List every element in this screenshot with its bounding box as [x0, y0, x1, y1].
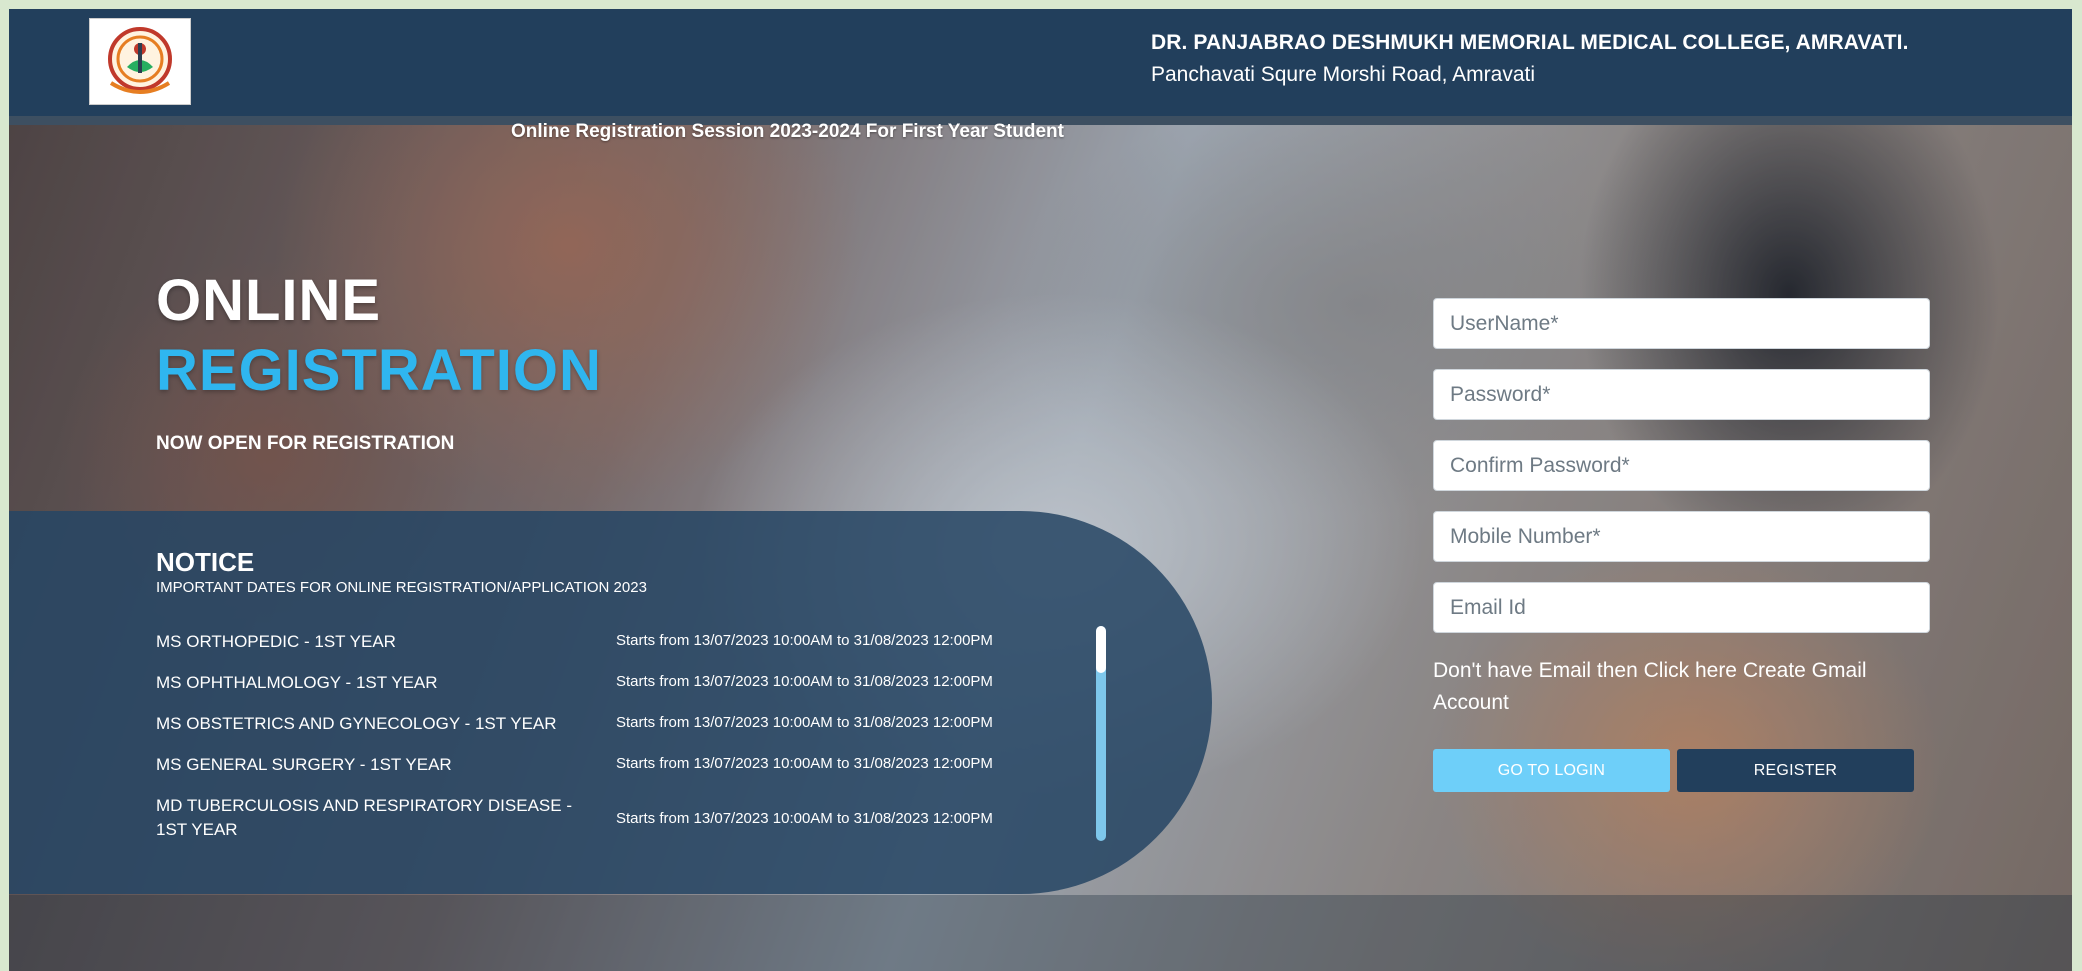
notice-dates: Starts from 13/07/2023 10:00AM to 31/08/…	[616, 755, 993, 772]
college-address: Panchavati Squre Morshi Road, Amravati	[1151, 63, 1536, 86]
notice-item: MS GENERAL SURGERY - 1ST YEAR Starts fro…	[156, 747, 1041, 788]
hero-subtitle: NOW OPEN FOR REGISTRATION	[156, 433, 455, 454]
confirm-password-input[interactable]	[1433, 440, 1930, 491]
notice-item: MS ORTHOPEDIC - 1ST YEAR Starts from 13/…	[156, 624, 1041, 665]
register-button[interactable]: REGISTER	[1677, 749, 1914, 792]
notice-title: NOTICE	[156, 547, 255, 577]
notice-course: MS OPHTHALMOLOGY - 1ST YEAR	[156, 673, 438, 692]
email-input[interactable]	[1433, 582, 1930, 633]
notice-item: MS OPHTHALMOLOGY - 1ST YEAR Starts from …	[156, 665, 1041, 706]
notice-dates: Starts from 13/07/2023 10:00AM to 31/08/…	[616, 673, 993, 690]
notice-course: MS GENERAL SURGERY - 1ST YEAR	[156, 755, 452, 774]
session-title: Online Registration Session 2023-2024 Fo…	[511, 121, 1064, 142]
notice-dates: Starts from 13/07/2023 10:00AM to 31/08/…	[616, 810, 993, 827]
college-emblem-icon-graphic	[108, 26, 172, 94]
page-frame: DR. PANJABRAO DESHMUKH MEMORIAL MEDICAL …	[9, 9, 2072, 971]
mobile-number-input[interactable]	[1433, 511, 1930, 562]
create-gmail-link[interactable]: Don't have Email then Click here Create …	[1433, 655, 1930, 719]
site-header: DR. PANJABRAO DESHMUKH MEMORIAL MEDICAL …	[9, 9, 2072, 116]
college-name: DR. PANJABRAO DESHMUKH MEMORIAL MEDICAL …	[1151, 31, 1909, 54]
notice-scrollbar[interactable]	[1096, 626, 1106, 841]
college-emblem-icon[interactable]	[89, 18, 191, 105]
notice-panel: NOTICE IMPORTANT DATES FOR ONLINE REGIST…	[9, 511, 1212, 894]
registration-form	[1433, 298, 1930, 653]
notice-course: MS ORTHOPEDIC - 1ST YEAR	[156, 632, 396, 651]
go-to-login-button[interactable]: GO TO LOGIN	[1433, 749, 1670, 792]
hero-title-online: ONLINE	[156, 268, 382, 333]
username-input[interactable]	[1433, 298, 1930, 349]
password-input[interactable]	[1433, 369, 1930, 420]
notice-course: MS OBSTETRICS AND GYNECOLOGY - 1ST YEAR	[156, 714, 557, 733]
notice-subtitle: IMPORTANT DATES FOR ONLINE REGISTRATION/…	[156, 579, 647, 596]
notice-dates: Starts from 13/07/2023 10:00AM to 31/08/…	[616, 714, 993, 731]
footer-bar	[9, 895, 2072, 971]
notice-course: MD TUBERCULOSIS AND RESPIRATORY DISEASE …	[156, 796, 572, 838]
notice-scrollbar-thumb[interactable]	[1096, 626, 1106, 673]
notice-dates: Starts from 13/07/2023 10:00AM to 31/08/…	[616, 632, 993, 649]
notice-list[interactable]: MS ORTHOPEDIC - 1ST YEAR Starts from 13/…	[156, 624, 1041, 838]
hero-title-registration: REGISTRATION	[156, 338, 602, 403]
notice-item: MD TUBERCULOSIS AND RESPIRATORY DISEASE …	[156, 788, 1041, 838]
notice-item: MS OBSTETRICS AND GYNECOLOGY - 1ST YEAR …	[156, 706, 1041, 747]
